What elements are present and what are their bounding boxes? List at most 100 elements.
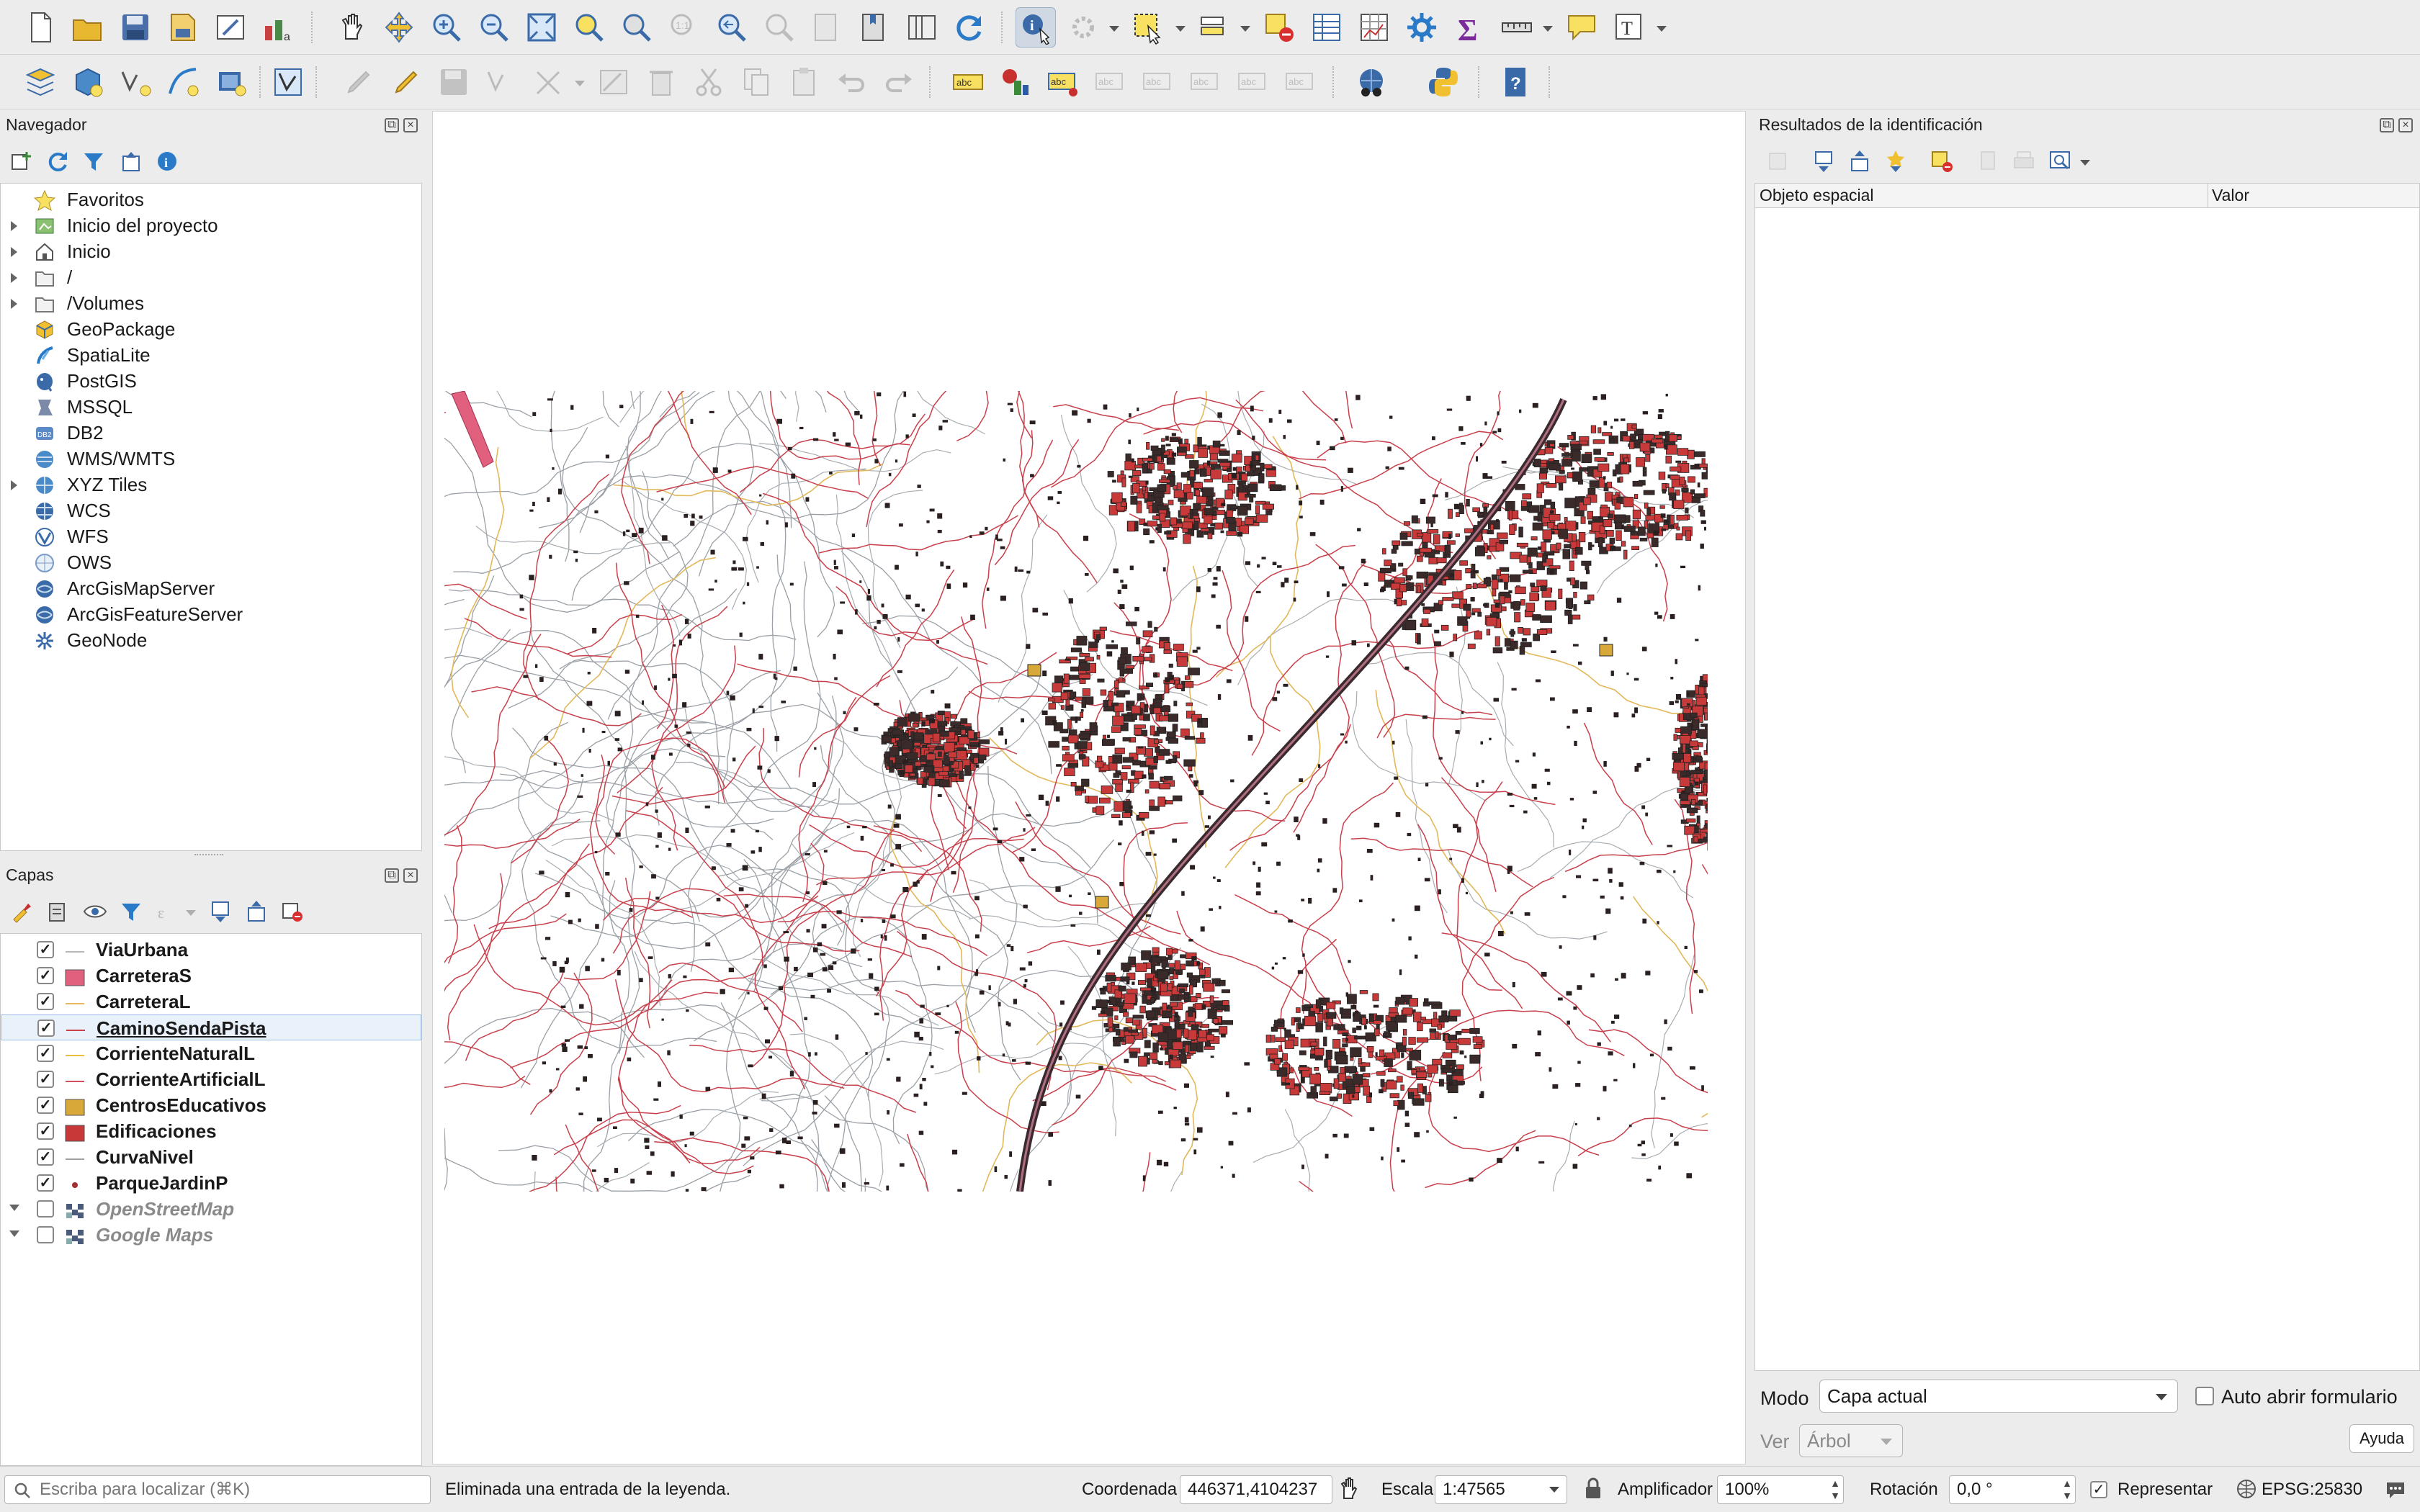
select-features-icon[interactable] [1128,7,1168,48]
statistics-icon[interactable]: Σ [1449,7,1489,48]
splitter-handle[interactable] [194,854,223,857]
collapse-layers-icon[interactable] [242,897,271,926]
browser-item[interactable]: /Volumes [1,290,418,316]
show-bookmarks-icon[interactable] [854,7,895,48]
messages-icon[interactable] [2384,1478,2407,1501]
select-by-value-icon[interactable] [1194,7,1234,48]
expand-tree-icon[interactable] [1809,147,1838,176]
crs-globe-icon[interactable] [2236,1478,2257,1500]
layer-visibility-checkbox[interactable]: ✓ [37,967,54,984]
browser-item[interactable]: GeoNode [1,627,418,653]
browser-item[interactable]: ArcGisMapServer [1,575,418,601]
identify-icon[interactable]: i [1016,7,1056,48]
column-feature[interactable]: Objeto espacial [1760,186,1874,205]
text-annotation-icon[interactable]: T [1609,7,1649,48]
pan-icon[interactable] [331,7,372,48]
highlight-label-icon[interactable]: abc [1043,62,1083,102]
layer-visibility-checkbox[interactable] [37,1226,54,1243]
add-group-icon[interactable] [43,897,72,926]
zoom-native-icon[interactable]: 1:1 [664,7,704,48]
save-project-icon[interactable] [115,7,156,48]
close-panel-icon[interactable]: × [403,118,418,132]
layer-item[interactable]: ✓ CarreteraL [1,989,421,1014]
browser-item[interactable]: WMS/WMTS [1,446,418,472]
move-label-icon[interactable]: abc [1186,62,1226,102]
modify-attributes-icon[interactable] [593,62,634,102]
browser-item[interactable]: WCS [1,498,418,523]
layer-item[interactable]: ✓ CorrienteNaturalL [1,1040,421,1066]
vertex-editor-icon[interactable] [268,62,308,102]
delete-selected-icon[interactable] [641,62,681,102]
layer-item[interactable]: ✓ CurvaNivel [1,1144,421,1170]
info-icon[interactable]: i [153,147,182,176]
layer-item[interactable]: ✓ Edificaciones [1,1118,421,1144]
open-project-icon[interactable] [68,7,108,48]
data-source-manager-icon[interactable] [20,62,60,102]
actions-icon[interactable] [1063,7,1103,48]
mode-select[interactable]: Capa actual [1819,1380,2178,1413]
rotate-label-icon[interactable]: abc [1233,62,1273,102]
add-feature-icon[interactable] [481,62,521,102]
layer-visibility-checkbox[interactable]: ✓ [37,941,54,958]
zoom-in-icon[interactable] [426,7,467,48]
edits-icon[interactable] [339,62,379,102]
layer-item[interactable]: ✓ CentrosEducativos [1,1092,421,1118]
expand-arrow-icon[interactable] [11,221,17,231]
expand-arrow-icon[interactable] [9,1230,19,1237]
filter-legend-icon[interactable] [117,897,145,926]
toggle-editing-icon[interactable] [386,62,426,102]
browser-item[interactable]: PostGIS [1,368,418,394]
browser-item[interactable]: SpatiaLite [1,342,418,368]
new-bookmark-icon[interactable] [807,7,847,48]
identify-settings-icon[interactable] [2045,147,2074,176]
python-console-icon[interactable] [1423,62,1464,102]
locator-search-input[interactable]: Escriba para localizar (⌘K) [4,1475,431,1504]
collapse-tree-icon[interactable] [1845,147,1874,176]
remove-layer-icon[interactable] [278,897,307,926]
browser-item[interactable]: ArcGisFeatureServer [1,601,418,627]
expand-arrow-icon[interactable] [11,247,17,257]
layer-visibility-checkbox[interactable]: ✓ [37,1097,54,1114]
refresh-icon[interactable] [949,7,990,48]
float-identify-panel-icon[interactable]: ⧉ [2380,118,2394,132]
layer-styling-icon[interactable] [7,897,36,926]
layer-visibility-checkbox[interactable]: ✓ [37,1122,54,1140]
layer-item[interactable]: Google Maps [1,1222,421,1248]
render-checkbox[interactable]: ✓ [2090,1481,2107,1498]
label-icon[interactable]: abc [948,62,988,102]
layer-item[interactable]: OpenStreetMap [1,1196,421,1222]
zoom-to-layer-icon[interactable] [617,7,657,48]
save-as-icon[interactable] [163,7,203,48]
zoom-full-icon[interactable] [521,7,562,48]
field-calculator-icon[interactable] [1354,7,1394,48]
add-selected-layers-icon[interactable] [7,147,36,176]
digitize-vertex-icon[interactable] [115,62,156,102]
layer-item[interactable]: ✓ ParqueJardinP [1,1170,421,1196]
browser-item[interactable]: Inicio del proyecto [1,212,418,238]
clear-results-icon[interactable] [1927,147,1956,176]
open-form-icon[interactable] [1763,147,1792,176]
browser-item[interactable]: / [1,264,418,290]
layer-visibility-checkbox[interactable]: ✓ [37,1174,54,1192]
paste-features-icon[interactable] [784,62,824,102]
expand-arrow-icon[interactable] [9,1205,19,1211]
print-layout-icon[interactable] [210,7,251,48]
map-canvas[interactable] [432,111,1746,1464]
help-icon[interactable]: ? [1495,62,1536,102]
change-label-icon[interactable]: abc [1281,62,1321,102]
diagram-icon[interactable] [995,62,1036,102]
layer-visibility-checkbox[interactable]: ✓ [37,993,54,1010]
view-select[interactable]: Árbol [1799,1424,1903,1457]
magnifier-field[interactable]: 100% ▲ ▼ [1717,1475,1844,1504]
copy-feature-icon[interactable] [1973,147,2002,176]
browser-item[interactable]: WFS [1,523,418,549]
vertex-tool-icon[interactable] [529,62,569,102]
browser-item[interactable]: DB2 DB2 [1,420,418,446]
temporal-icon[interactable] [902,7,942,48]
zoom-last-icon[interactable] [712,7,752,48]
layer-visibility-checkbox[interactable] [37,1200,54,1218]
layer-item[interactable]: ✓ ViaUrbana [1,937,421,963]
new-project-icon[interactable] [20,7,60,48]
browser-item[interactable]: OWS [1,549,418,575]
attribute-table-icon[interactable] [1307,7,1347,48]
